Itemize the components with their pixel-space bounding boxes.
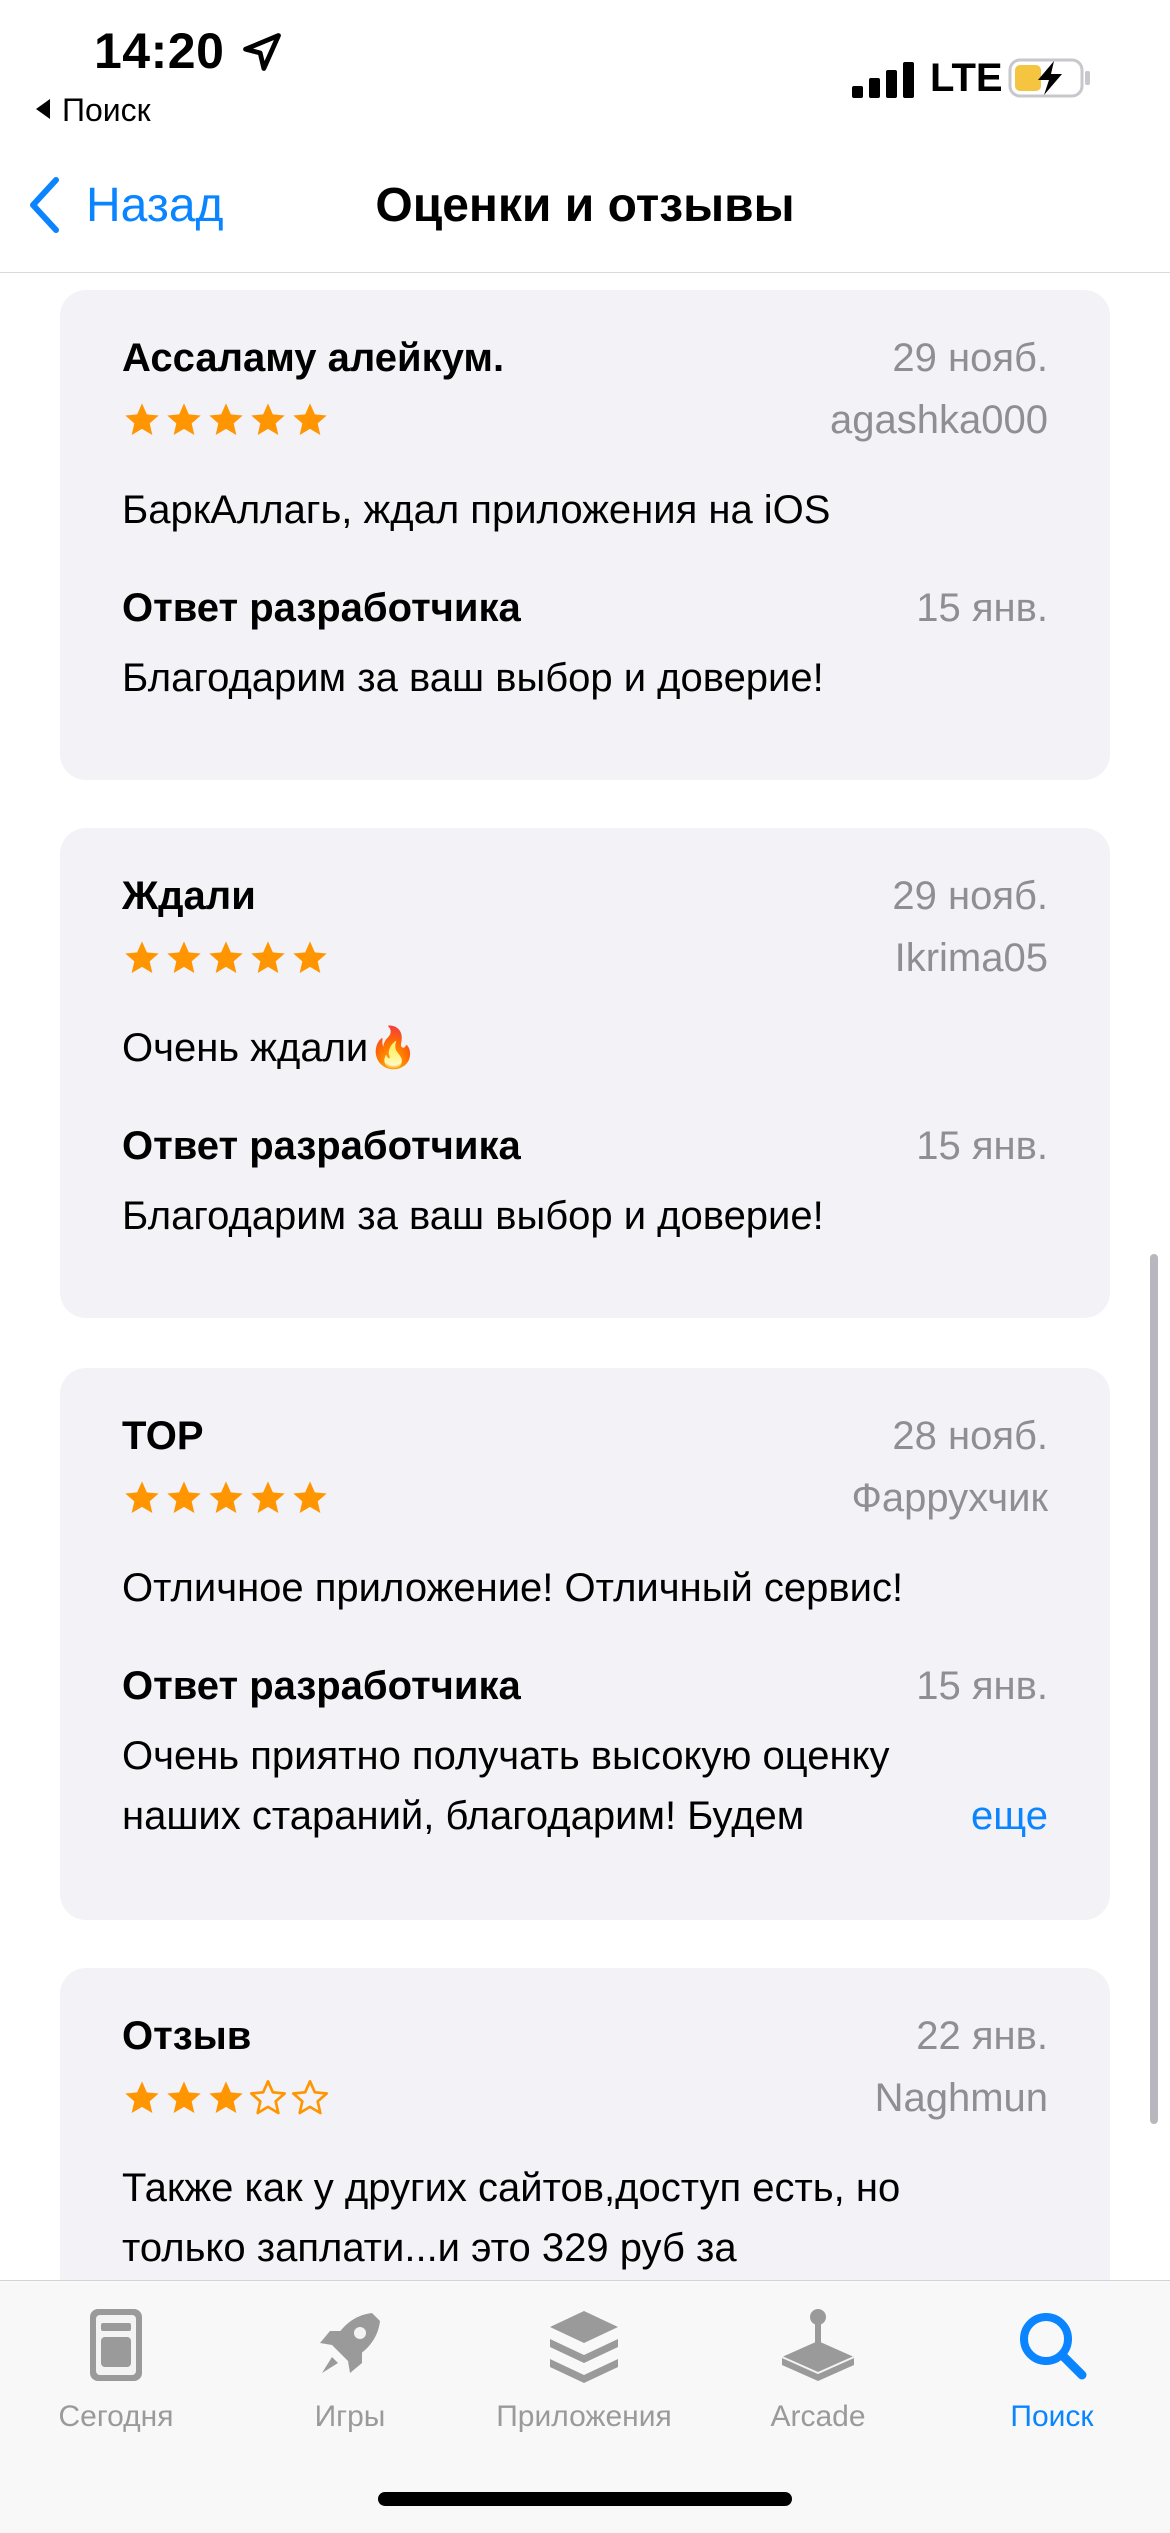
review-card[interactable]: TOP 28 нояб. Фаррухчик Отличное приложен… bbox=[60, 1368, 1110, 1920]
review-card[interactable]: Ассаламу алейкум. 29 нояб. agashka000 Ба… bbox=[60, 290, 1110, 780]
battery-charging-icon bbox=[1008, 58, 1090, 98]
review-text: Очень ждали🔥 bbox=[122, 1026, 419, 1070]
star-empty-icon bbox=[250, 2080, 286, 2115]
review-date: 29 нояб. bbox=[892, 336, 1048, 380]
more-link[interactable]: еще bbox=[901, 1786, 1048, 1846]
star-rating bbox=[122, 2078, 330, 2118]
tab-label: Поиск bbox=[1010, 2400, 1094, 2433]
tab-label: Приложения bbox=[496, 2400, 672, 2433]
star-filled-icon bbox=[209, 1481, 243, 1513]
star-filled-icon bbox=[125, 941, 159, 973]
star-filled-icon bbox=[167, 941, 201, 973]
review-author: Фаррухчик bbox=[851, 1476, 1048, 1520]
tab-today[interactable]: Сегодня bbox=[16, 2305, 216, 2434]
developer-response-text-line: Очень приятно получать высокую оценку bbox=[122, 1734, 890, 1778]
developer-response-text: Благодарим за ваш выбор и доверие! bbox=[122, 656, 824, 700]
review-card[interactable]: Отзыв 22 янв. Naghmun Также как у других… bbox=[60, 1968, 1110, 2280]
star-filled-icon bbox=[125, 1481, 159, 1513]
star-filled-icon bbox=[167, 2081, 201, 2113]
tab-apps[interactable]: Приложения bbox=[484, 2305, 684, 2434]
star-filled-icon bbox=[167, 403, 201, 435]
developer-response-label: Ответ разработчика bbox=[122, 1664, 521, 1708]
network-type: LTE bbox=[930, 56, 1003, 100]
tab-label: Сегодня bbox=[58, 2400, 174, 2433]
star-filled-icon bbox=[251, 941, 285, 973]
tab-arcade[interactable]: Arcade bbox=[718, 2305, 918, 2434]
star-filled-icon bbox=[293, 403, 327, 435]
star-filled-icon bbox=[251, 1481, 285, 1513]
location-arrow-icon bbox=[243, 33, 281, 71]
today-icon bbox=[90, 2309, 142, 2381]
review-card[interactable]: Ждали 29 нояб. Ikrima05 Очень ждали🔥 Отв… bbox=[60, 828, 1110, 1318]
review-text-line: только заплати...и это 329 руб за bbox=[122, 2226, 737, 2270]
review-date: 28 нояб. bbox=[892, 1414, 1048, 1458]
scroll-indicator[interactable] bbox=[1150, 1254, 1158, 2124]
star-rating bbox=[122, 938, 330, 978]
review-text: Отличное приложение! Отличный сервис! bbox=[122, 1566, 904, 1610]
star-filled-icon bbox=[293, 1481, 327, 1513]
rocket-icon bbox=[320, 2313, 380, 2373]
review-title: Отзыв bbox=[122, 2014, 252, 2058]
star-rating bbox=[122, 1478, 330, 1518]
response-date: 15 янв. bbox=[916, 1664, 1048, 1708]
star-filled-icon bbox=[209, 941, 243, 973]
navigation-bar: Назад Оценки и отзывы bbox=[0, 150, 1170, 273]
review-author: agashka000 bbox=[830, 398, 1048, 442]
page-title: Оценки и отзывы bbox=[375, 179, 795, 232]
review-author: Naghmun bbox=[874, 2076, 1048, 2120]
developer-response-label: Ответ разработчика bbox=[122, 586, 521, 630]
response-date: 15 янв. bbox=[916, 586, 1048, 630]
back-to-app-link[interactable]: Поиск bbox=[36, 92, 151, 129]
developer-response-text-line: наших стараний, благодарим! Будем bbox=[122, 1794, 805, 1838]
review-text: БаркАллагь, ждал приложения на iOS bbox=[122, 488, 831, 532]
star-filled-icon bbox=[293, 941, 327, 973]
review-text-line: Также как у других сайтов,доступ есть, н… bbox=[122, 2166, 901, 2210]
star-filled-icon bbox=[251, 403, 285, 435]
joystick-icon bbox=[781, 2309, 855, 2381]
tab-games[interactable]: Игры bbox=[250, 2305, 450, 2434]
tab-label: Игры bbox=[314, 2400, 386, 2433]
cellular-signal-icon bbox=[852, 62, 914, 98]
star-filled-icon bbox=[209, 403, 243, 435]
review-date: 22 янв. bbox=[916, 2014, 1048, 2058]
review-author: Ikrima05 bbox=[894, 936, 1048, 980]
apps-stack-icon bbox=[550, 2311, 618, 2383]
response-date: 15 янв. bbox=[916, 1124, 1048, 1168]
review-date: 29 нояб. bbox=[892, 874, 1048, 918]
back-triangle-icon bbox=[36, 99, 50, 119]
back-app-label: Поиск bbox=[62, 92, 151, 128]
tab-search[interactable]: Поиск bbox=[952, 2305, 1152, 2434]
star-rating bbox=[122, 400, 330, 440]
star-empty-icon bbox=[292, 2080, 328, 2115]
status-bar: 14:20 Поиск LTE bbox=[0, 0, 1170, 150]
home-indicator[interactable] bbox=[378, 2492, 792, 2506]
star-filled-icon bbox=[125, 2081, 159, 2113]
star-filled-icon bbox=[167, 1481, 201, 1513]
star-filled-icon bbox=[209, 2081, 243, 2113]
tab-label: Arcade bbox=[770, 2400, 866, 2433]
developer-response-text: Благодарим за ваш выбор и доверие! bbox=[122, 1194, 824, 1238]
star-filled-icon bbox=[125, 403, 159, 435]
reviews-list[interactable]: Ассаламу алейкум. 29 нояб. agashka000 Ба… bbox=[0, 272, 1170, 2280]
status-time: 14:20 bbox=[94, 23, 225, 79]
search-icon bbox=[1020, 2313, 1087, 2380]
developer-response-label: Ответ разработчика bbox=[122, 1124, 521, 1168]
